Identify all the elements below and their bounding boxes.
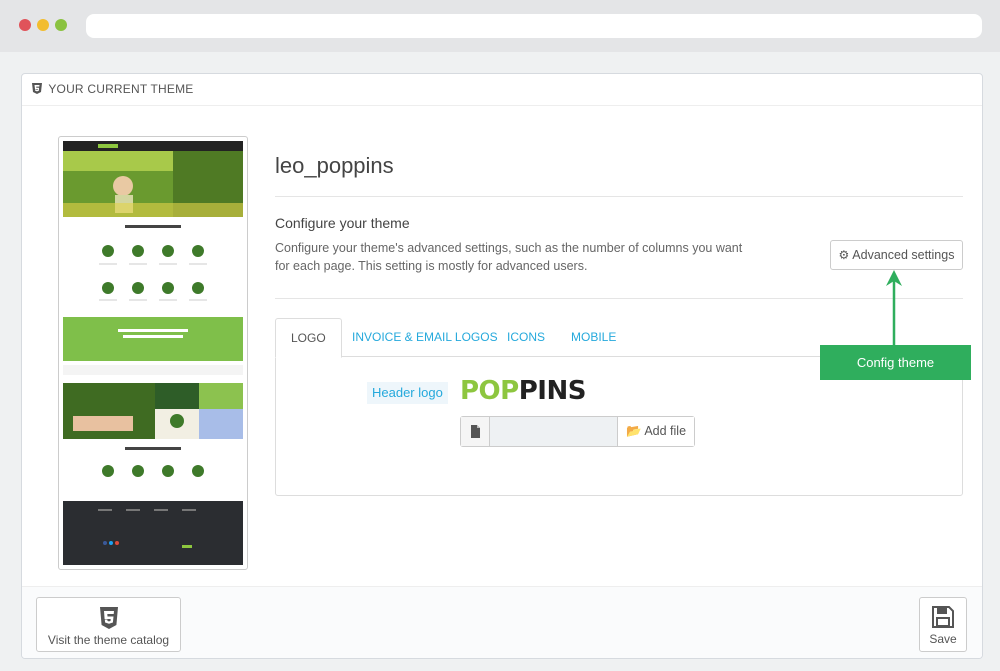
config-theme-callout: Config theme [820,345,971,380]
visit-theme-catalog-label: Visit the theme catalog [47,633,170,647]
divider [275,298,963,299]
add-file-button[interactable]: 📂 Add file [617,417,694,446]
file-upload-group[interactable]: 📂 Add file [460,416,695,447]
configure-title: Configure your theme [275,215,410,231]
configure-description: Configure your theme's advanced settings… [275,241,743,273]
window-zoom-dot[interactable] [55,19,67,31]
html5-icon [99,607,118,629]
file-icon [461,417,490,446]
panel-heading: YOUR CURRENT THEME [22,74,982,106]
divider [275,196,963,197]
add-file-label: Add file [644,424,687,438]
html5-icon [32,83,42,94]
callout-arrow-icon [886,270,902,348]
folder-open-icon: 📂 [625,424,642,438]
tab-logo[interactable]: LOGO [275,318,342,358]
header-logo-image: POPPINS [460,376,586,406]
save-button[interactable]: Save [919,597,967,652]
tab-invoice-email-logos[interactable]: INVOICE & EMAIL LOGOS [352,318,498,357]
advanced-settings-button[interactable]: ⚙ Advanced settings [830,240,963,270]
visit-theme-catalog-button[interactable]: Visit the theme catalog [36,597,181,652]
logo-text-pop: POP [460,376,519,406]
theme-preview-thumbnail[interactable] [58,136,248,570]
header-logo-label: Header logo [367,382,448,404]
tab-mobile[interactable]: MOBILE [571,318,616,357]
tab-icons[interactable]: ICONS [507,318,545,357]
gear-icon: ⚙ [838,248,850,262]
advanced-settings-label: Advanced settings [852,248,955,262]
window-minimize-dot[interactable] [37,19,49,31]
browser-chrome [0,0,1000,52]
save-label: Save [929,632,957,646]
logo-text-pins: PINS [518,376,587,406]
address-bar[interactable] [86,14,982,38]
panel-title: YOUR CURRENT THEME [48,82,194,96]
panel-footer: Visit the theme catalog Save [22,586,982,658]
save-icon [932,606,954,628]
window-close-dot[interactable] [19,19,31,31]
theme-preview-illustration [63,141,243,565]
theme-preview-image [63,141,243,565]
theme-name: leo_poppins [275,153,394,178]
